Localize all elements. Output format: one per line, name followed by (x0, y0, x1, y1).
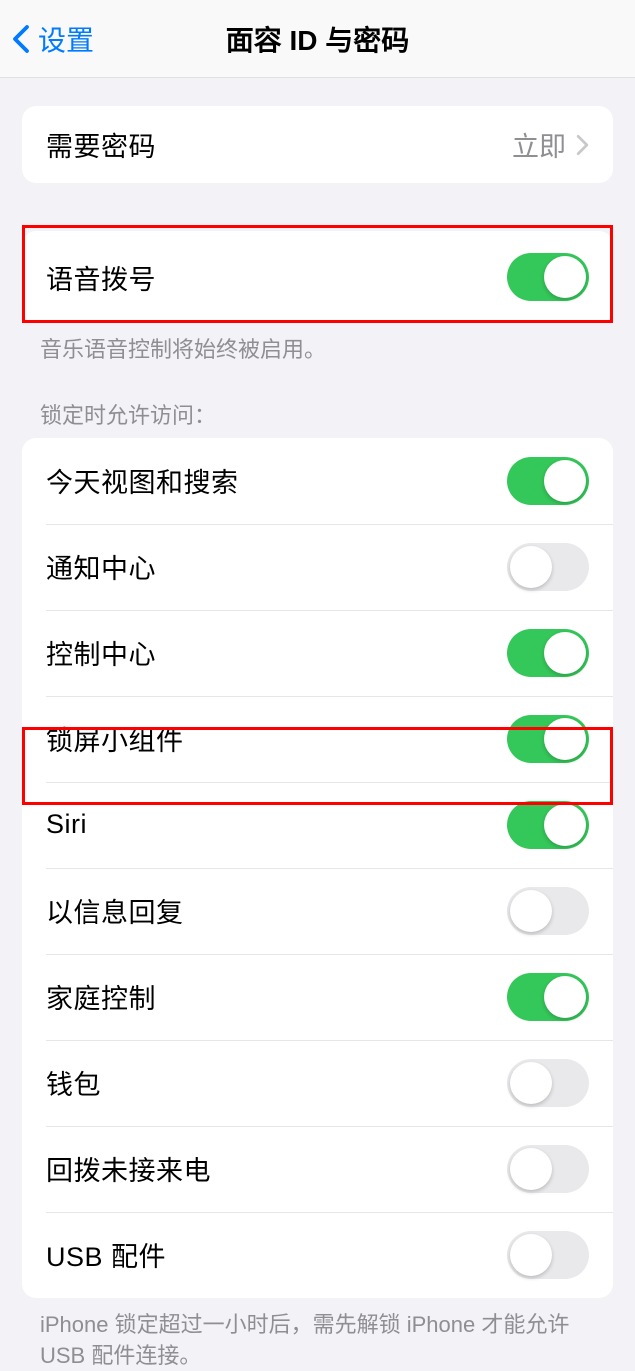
lock-access-row: 回拨未接来电 (22, 1126, 613, 1212)
lock-access-item-toggle[interactable] (507, 543, 589, 591)
voice-dial-row: 语音拨号 (22, 231, 613, 323)
lock-access-group: 今天视图和搜索通知中心控制中心锁屏小组件 Siri 以信息回复家庭控制钱包回拨未接来… (22, 438, 613, 1298)
lock-access-item-toggle[interactable] (507, 1059, 589, 1107)
lock-access-item-toggle[interactable] (507, 715, 589, 763)
require-passcode-row[interactable]: 需要密码 立即 (22, 106, 613, 183)
require-passcode-label: 需要密码 (46, 125, 156, 164)
lock-access-item-label: 回拨未接来电 (46, 1149, 211, 1188)
lock-access-item-toggle[interactable] (507, 973, 589, 1021)
lock-access-item-toggle[interactable] (507, 1145, 589, 1193)
lock-access-row: 通知中心 (22, 524, 613, 610)
voice-dial-group: 语音拨号 (22, 231, 613, 323)
lock-access-row: Siri (22, 782, 613, 868)
voice-dial-footer: 音乐语音控制将始终被启用。 (0, 323, 635, 366)
voice-dial-toggle[interactable] (507, 253, 589, 301)
lock-access-item-label: 今天视图和搜索 (46, 461, 239, 500)
lock-access-item-label: USB 配件 (46, 1235, 166, 1274)
lock-access-item-label: 家庭控制 (46, 977, 156, 1016)
chevron-right-icon (576, 134, 589, 156)
chevron-left-icon (12, 24, 30, 54)
lock-access-row: 以信息回复 (22, 868, 613, 954)
back-label: 设置 (38, 19, 94, 59)
lock-access-item-toggle[interactable] (507, 887, 589, 935)
lock-access-item-label: 锁屏小组件 (46, 719, 184, 758)
lock-access-item-toggle[interactable] (507, 629, 589, 677)
lock-access-item-toggle[interactable] (507, 457, 589, 505)
lock-access-row: 家庭控制 (22, 954, 613, 1040)
lock-access-item-label: 钱包 (46, 1063, 101, 1102)
lock-access-item-toggle[interactable] (507, 1231, 589, 1279)
navbar: 设置 面容 ID 与密码 (0, 0, 635, 78)
lock-access-header: 锁定时允许访问： (0, 366, 635, 438)
lock-access-item-label: 控制中心 (46, 633, 156, 672)
require-passcode-group: 需要密码 立即 (22, 106, 613, 183)
lock-access-item-toggle[interactable] (507, 801, 589, 849)
lock-access-item-label: 通知中心 (46, 547, 156, 586)
lock-access-row: 控制中心 (22, 610, 613, 696)
require-passcode-value: 立即 (512, 125, 566, 164)
lock-access-row: 锁屏小组件 (22, 696, 613, 782)
lock-access-row: 今天视图和搜索 (22, 438, 613, 524)
lock-access-item-label: 以信息回复 (46, 891, 184, 930)
page-title: 面容 ID 与密码 (226, 19, 410, 59)
lock-access-footer: iPhone 锁定超过一小时后，需先解锁 iPhone 才能允许 USB 配件连… (0, 1298, 635, 1371)
back-button[interactable]: 设置 (12, 19, 94, 59)
lock-access-row: 钱包 (22, 1040, 613, 1126)
lock-access-row: USB 配件 (22, 1212, 613, 1298)
lock-access-item-label: Siri (46, 809, 87, 840)
voice-dial-label: 语音拨号 (46, 258, 156, 297)
